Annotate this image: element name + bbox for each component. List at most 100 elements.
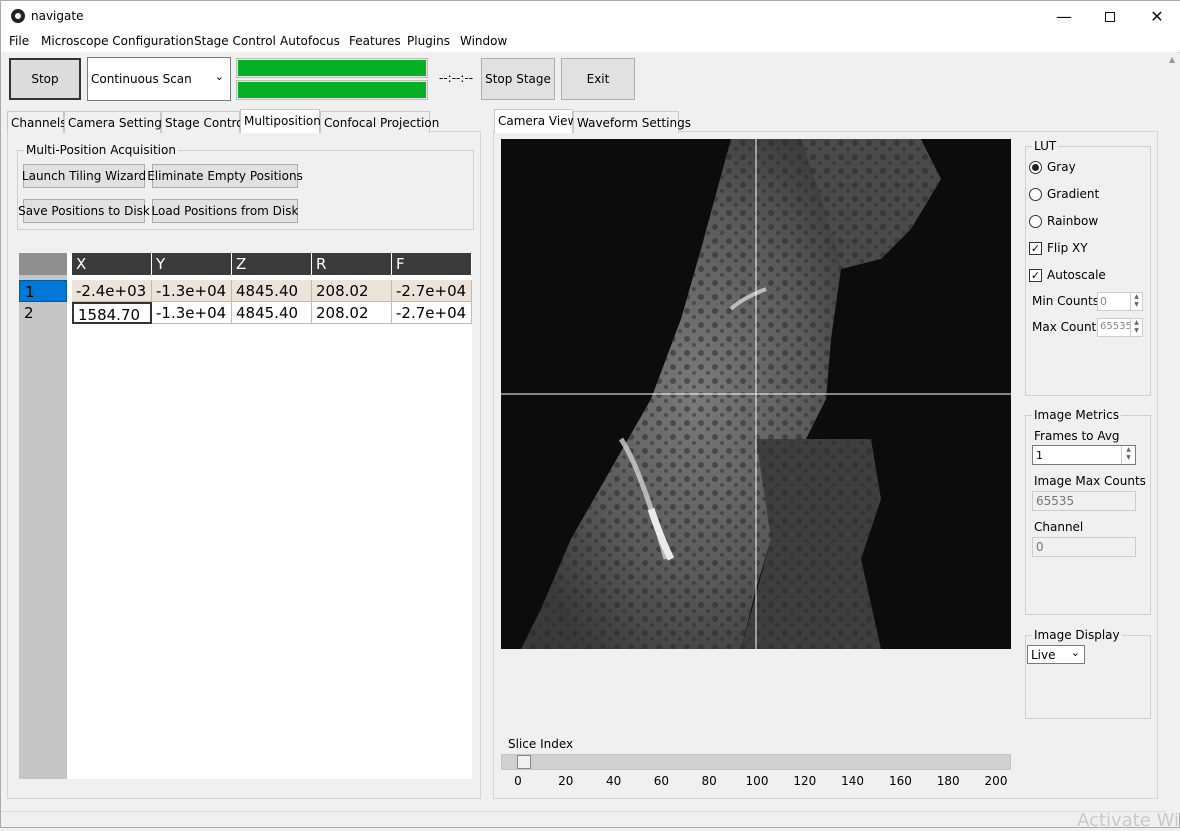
scroll-up-icon[interactable]: ▲ — [1169, 55, 1175, 64]
slice-tick-label: 100 — [745, 774, 769, 788]
column-header-f[interactable]: F — [392, 253, 472, 275]
flip-xy-checkbox[interactable]: ✓ — [1029, 242, 1042, 255]
table-corner[interactable] — [19, 253, 67, 275]
slice-tick-label: 40 — [605, 774, 622, 788]
cell-x-1[interactable]: -2.4e+03 — [72, 280, 152, 302]
exit-button[interactable]: Exit — [561, 58, 635, 100]
lut-group-title: LUT — [1032, 139, 1059, 153]
column-header-x[interactable]: X — [72, 253, 152, 275]
cell-z-1[interactable]: 4845.40 — [232, 280, 312, 302]
max-counts-label: Max Counts — [1032, 320, 1103, 334]
frames-to-avg-value: 1 — [1036, 449, 1043, 462]
spinner-arrows-icon[interactable]: ▲ ▼ — [1130, 293, 1142, 310]
menu-stage-control[interactable]: Stage Control — [194, 34, 276, 48]
menu-bar: File Microscope Configuration Stage Cont… — [1, 32, 1180, 52]
vertical-scrollbar[interactable]: ▲ — [1166, 53, 1180, 813]
eliminate-empty-positions-button[interactable]: Eliminate Empty Positions — [147, 164, 303, 188]
launch-tiling-wizard-button[interactable]: Launch Tiling Wizard — [22, 164, 146, 188]
load-positions-button[interactable]: Load Positions from Disk — [152, 199, 298, 223]
row-index-2[interactable]: 2 — [19, 302, 67, 324]
lut-rainbow-label: Rainbow — [1047, 214, 1099, 228]
autoscale-label: Autoscale — [1047, 268, 1106, 282]
progress-bar-top-fill — [238, 60, 426, 76]
slice-index-label: Slice Index — [508, 737, 574, 751]
progress-bar-bottom — [236, 80, 428, 100]
min-counts-spinbox[interactable]: 0 ▲ ▼ — [1097, 292, 1143, 311]
channel-field: 0 — [1032, 537, 1136, 557]
save-positions-button[interactable]: Save Positions to Disk — [18, 199, 150, 223]
slice-tick-label: 140 — [841, 774, 865, 788]
tab-multiposition[interactable]: Multiposition — [240, 109, 321, 133]
cell-x-2[interactable]: 1584.70 — [72, 302, 152, 324]
slice-tick-label: 20 — [558, 774, 574, 788]
window-title: navigate — [31, 9, 84, 23]
tab-confocal-projection[interactable]: Confocal Projection — [320, 111, 439, 133]
image-metrics-title: Image Metrics — [1032, 408, 1121, 422]
spinner-arrows-icon[interactable]: ▲ ▼ — [1121, 446, 1135, 464]
menu-autofocus[interactable]: Autofocus — [280, 34, 340, 48]
tab-waveform-settings[interactable]: Waveform Settings — [573, 111, 691, 133]
menu-file[interactable]: File — [9, 34, 29, 48]
slice-index-slider[interactable] — [501, 754, 1011, 770]
slice-tick-label: 60 — [653, 774, 670, 788]
channel-label: Channel — [1034, 520, 1084, 534]
acquisition-mode-select[interactable]: Continuous Scan ⌄ — [87, 57, 231, 101]
frames-to-avg-spinbox[interactable]: 1 ▲ ▼ — [1032, 445, 1136, 465]
acquisition-mode-value: Continuous Scan — [91, 72, 192, 86]
table-body — [67, 253, 472, 779]
tab-camera-view[interactable]: Camera View — [494, 109, 577, 133]
chevron-down-icon: ⌄ — [1070, 646, 1080, 659]
minimize-icon[interactable]: — — [1041, 1, 1087, 32]
max-counts-value: 65535 — [1100, 321, 1132, 332]
slice-index-handle[interactable] — [517, 755, 531, 769]
menu-microscope-configuration[interactable]: Microscope Configuration — [41, 34, 194, 48]
camera-image-svg — [501, 139, 1011, 649]
app-window: navigate — ✕ File Microscope Configurati… — [0, 0, 1180, 831]
column-header-r[interactable]: R — [312, 253, 392, 275]
slice-tick-label: 80 — [701, 774, 717, 788]
min-counts-value: 0 — [1100, 295, 1107, 308]
image-display-select[interactable]: Live ⌄ — [1027, 645, 1085, 664]
row-index-1[interactable]: 1 — [19, 280, 67, 302]
app-icon — [11, 9, 25, 23]
autoscale-checkbox[interactable]: ✓ — [1029, 269, 1042, 282]
lut-gray-radio[interactable] — [1029, 161, 1042, 174]
title-bar: navigate — ✕ — [1, 1, 1180, 32]
column-header-z[interactable]: Z — [232, 253, 312, 275]
cell-y-2[interactable]: -1.3e+04 — [152, 302, 232, 324]
progress-bar-top — [236, 58, 428, 78]
horizontal-scrollbar[interactable] — [1, 811, 1166, 827]
lut-gradient-label: Gradient — [1047, 187, 1100, 201]
cell-f-2[interactable]: -2.7e+04 — [392, 302, 472, 324]
tab-channels[interactable]: Channels — [7, 111, 67, 133]
lut-gradient-radio[interactable] — [1029, 188, 1042, 201]
menu-plugins[interactable]: Plugins — [407, 34, 450, 48]
cell-z-2[interactable]: 4845.40 — [232, 302, 312, 324]
column-header-y[interactable]: Y — [152, 253, 232, 275]
maximize-icon[interactable] — [1087, 1, 1133, 32]
image-display-title: Image Display — [1032, 628, 1122, 642]
max-counts-spinbox[interactable]: 65535 ▲ ▼ — [1097, 318, 1143, 337]
image-max-counts-field: 65535 — [1032, 491, 1136, 511]
stop-stage-button[interactable]: Stop Stage — [481, 58, 555, 100]
time-remaining: --:--:-- — [439, 71, 474, 85]
lut-gray-label: Gray — [1047, 160, 1076, 174]
chevron-down-icon: ⌄ — [214, 70, 224, 83]
multiposition-group-title: Multi-Position Acquisition — [24, 143, 178, 157]
row-index-column — [19, 253, 67, 779]
tab-camera-settings[interactable]: Camera Settings — [64, 111, 168, 133]
min-counts-label: Min Counts — [1032, 294, 1099, 308]
tab-stage-control[interactable]: Stage Control — [161, 111, 247, 133]
lut-rainbow-radio[interactable] — [1029, 215, 1042, 228]
menu-features[interactable]: Features — [349, 34, 401, 48]
camera-image[interactable] — [501, 139, 1011, 649]
cell-r-2[interactable]: 208.02 — [312, 302, 392, 324]
menu-window[interactable]: Window — [460, 34, 507, 48]
stop-button[interactable]: Stop — [9, 58, 81, 100]
cell-y-1[interactable]: -1.3e+04 — [152, 280, 232, 302]
cell-r-1[interactable]: 208.02 — [312, 280, 392, 302]
cell-f-1[interactable]: -2.7e+04 — [392, 280, 472, 302]
spinner-arrows-icon[interactable]: ▲ ▼ — [1130, 319, 1142, 336]
slice-tick-label: 200 — [984, 774, 1008, 788]
close-icon[interactable]: ✕ — [1134, 1, 1180, 32]
